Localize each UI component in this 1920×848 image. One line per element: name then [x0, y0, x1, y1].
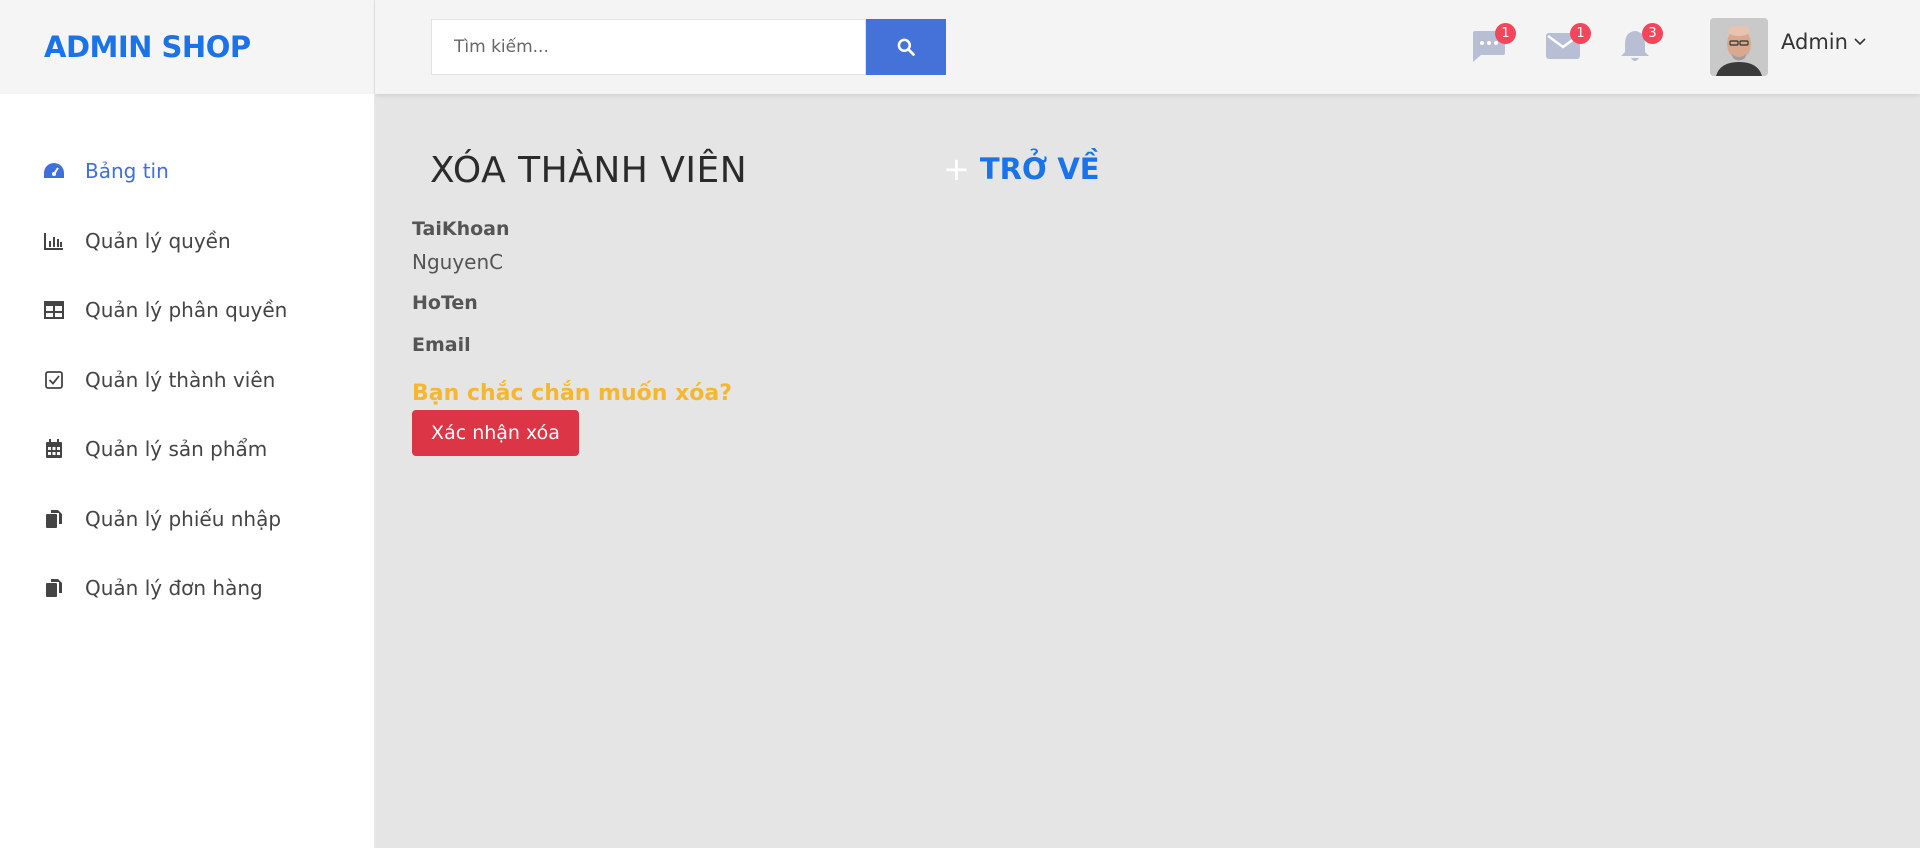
- messages-badge: 1: [1495, 23, 1516, 44]
- sidebar-item-permissions[interactable]: Quản lý quyền: [0, 214, 375, 268]
- mail-badge: 1: [1570, 23, 1591, 44]
- copy-icon: [43, 577, 65, 599]
- plus-icon: +: [943, 150, 970, 188]
- chevron-down-icon: [1854, 38, 1866, 46]
- user-name-label: Admin: [1781, 30, 1848, 54]
- table-icon: [43, 299, 65, 321]
- back-label: TRỞ VỀ: [979, 152, 1100, 186]
- sidebar-item-orders[interactable]: Quản lý đơn hàng: [0, 561, 375, 615]
- sidebar-item-dashboard[interactable]: Bảng tin: [0, 144, 375, 198]
- user-avatar[interactable]: [1710, 18, 1768, 76]
- brand-logo-text[interactable]: ADMIN SHOP: [44, 30, 251, 64]
- sidebar-item-label: Quản lý đơn hàng: [85, 576, 263, 600]
- field-label-hoten: HoTen: [412, 292, 478, 314]
- sidebar-item-products[interactable]: Quản lý sản phẩm: [0, 422, 375, 476]
- checkbox-icon: [43, 369, 65, 391]
- search-icon: [897, 38, 915, 56]
- mail-button[interactable]: 1: [1543, 23, 1591, 66]
- field-label-email: Email: [412, 334, 471, 356]
- sidebar-item-label: Quản lý phân quyền: [85, 298, 288, 322]
- bar-chart-icon: [43, 230, 65, 252]
- field-value-taikhoan: NguyenC: [412, 250, 504, 274]
- notifications-button[interactable]: 3: [1615, 23, 1663, 66]
- sidebar-item-label: Quản lý thành viên: [85, 368, 276, 392]
- top-header: 1 1 3 Admin: [375, 0, 1920, 94]
- sidebar: Bảng tin Quản lý quyền Quản lý phân quyề…: [0, 94, 375, 848]
- messages-button[interactable]: 1: [1468, 23, 1516, 66]
- confirm-question: Bạn chắc chắn muốn xóa?: [412, 381, 732, 406]
- search-bar: [431, 19, 946, 75]
- search-button[interactable]: [866, 19, 946, 75]
- sidebar-item-members[interactable]: Quản lý thành viên: [0, 353, 375, 407]
- confirm-delete-button[interactable]: Xác nhận xóa: [412, 410, 579, 456]
- notifications-badge: 3: [1642, 23, 1663, 44]
- sidebar-item-import-receipts[interactable]: Quản lý phiếu nhập: [0, 492, 375, 546]
- copy-icon: [43, 508, 65, 530]
- user-photo: [1710, 18, 1768, 76]
- brand-area: ADMIN SHOP: [0, 0, 375, 94]
- calendar-icon: [43, 438, 65, 460]
- sidebar-item-label: Quản lý quyền: [85, 229, 231, 253]
- user-menu[interactable]: Admin: [1781, 30, 1866, 54]
- field-label-taikhoan: TaiKhoan: [412, 218, 510, 240]
- sidebar-item-role-assignment[interactable]: Quản lý phân quyền: [0, 283, 375, 337]
- dashboard-icon: [43, 160, 65, 182]
- back-link[interactable]: + TRỞ VỀ: [943, 152, 1100, 186]
- sidebar-item-label: Bảng tin: [85, 159, 169, 183]
- page-title: XÓA THÀNH VIÊN: [430, 150, 748, 191]
- sidebar-item-label: Quản lý phiếu nhập: [85, 507, 282, 531]
- search-input[interactable]: [431, 19, 866, 75]
- sidebar-item-label: Quản lý sản phẩm: [85, 437, 268, 461]
